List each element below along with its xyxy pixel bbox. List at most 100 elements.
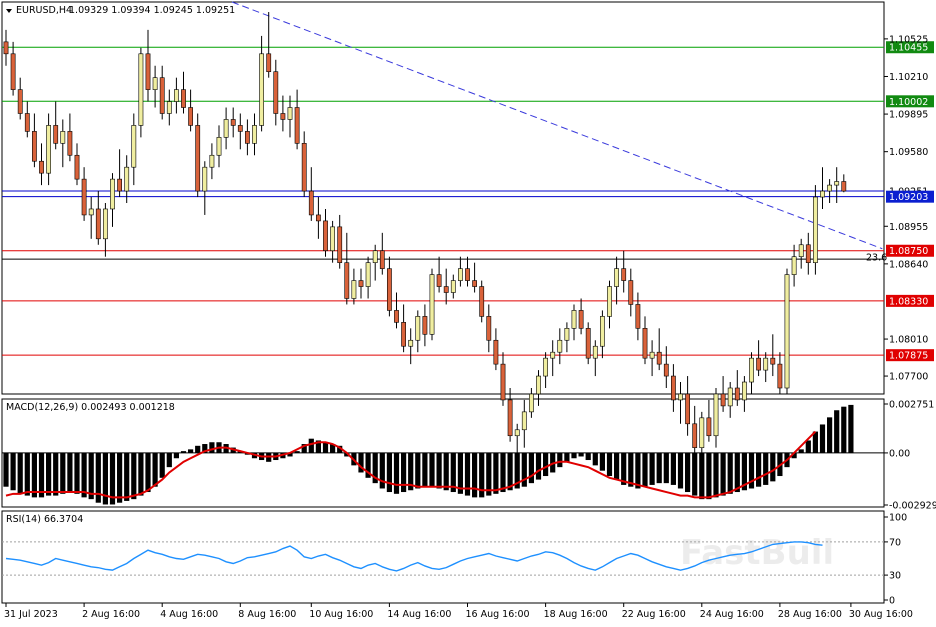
x-tick-label: 24 Aug 16:00 bbox=[700, 609, 764, 620]
candle-body bbox=[692, 423, 698, 448]
candle-body bbox=[188, 107, 193, 126]
macd-bar bbox=[763, 452, 769, 485]
candle-body bbox=[514, 429, 520, 437]
macd-tick-label: 0.00 bbox=[889, 448, 910, 459]
macd-bar bbox=[571, 452, 577, 459]
macd-bar bbox=[614, 452, 620, 480]
candle-body bbox=[39, 160, 44, 174]
rsi-tick-label: 0 bbox=[889, 596, 895, 607]
candle-body bbox=[642, 328, 648, 359]
price-tick-label: 1.10525 bbox=[889, 34, 928, 45]
ohlc-label: 1.09329 1.09394 1.09245 1.09251 bbox=[69, 5, 235, 16]
macd-label: MACD(12,26,9) 0.002493 0.001218 bbox=[6, 402, 175, 413]
candle-body bbox=[578, 310, 584, 329]
x-tick-label: 16 Aug 16:00 bbox=[466, 609, 530, 620]
macd-bar bbox=[770, 452, 776, 482]
candle-body bbox=[152, 77, 158, 90]
candle-body bbox=[259, 53, 264, 126]
candle-body bbox=[713, 393, 719, 437]
candle-body bbox=[621, 268, 627, 281]
candle-body bbox=[827, 184, 832, 192]
price-panel-frame bbox=[1, 1, 885, 395]
candle-body bbox=[273, 71, 279, 114]
candle-body bbox=[252, 125, 257, 144]
rsi-label: RSI(14) 66.3704 bbox=[6, 514, 83, 525]
x-tick-label: 31 Jul 2023 bbox=[4, 609, 58, 620]
macd-bar bbox=[166, 452, 172, 468]
macd-bar bbox=[322, 442, 329, 453]
macd-bar bbox=[713, 452, 719, 498]
macd-bar bbox=[685, 452, 691, 493]
candle-body bbox=[614, 268, 619, 287]
candle-body bbox=[585, 328, 591, 359]
dropdown-triangle-icon[interactable] bbox=[6, 9, 12, 13]
candle-body bbox=[60, 131, 66, 144]
candle-body bbox=[230, 119, 236, 126]
macd-bar bbox=[379, 452, 385, 489]
candle-body bbox=[174, 89, 179, 102]
macd-bar bbox=[436, 452, 442, 489]
candle-body bbox=[408, 339, 414, 347]
candle-body bbox=[394, 310, 399, 323]
candle-body bbox=[301, 143, 307, 192]
macd-bar bbox=[606, 452, 613, 477]
candle-body bbox=[365, 262, 371, 287]
candle-body bbox=[528, 393, 534, 413]
x-tick-label: 30 Aug 16:00 bbox=[849, 609, 913, 620]
macd-bar bbox=[24, 452, 30, 496]
macd-bar bbox=[294, 451, 300, 453]
macd-bar bbox=[663, 452, 669, 484]
candle-body bbox=[734, 387, 740, 401]
x-tick-label: 28 Aug 16:00 bbox=[778, 609, 842, 620]
macd-bar bbox=[188, 449, 194, 453]
level-label: 1.09203 bbox=[889, 192, 928, 203]
price-tick-label: 1.09580 bbox=[889, 147, 928, 158]
level-label: 1.08750 bbox=[889, 246, 928, 257]
candle-body bbox=[678, 393, 683, 401]
macd-bar bbox=[642, 452, 648, 487]
candle-body bbox=[628, 280, 634, 305]
macd-bar bbox=[677, 452, 684, 489]
macd-bar bbox=[543, 452, 549, 477]
level-label: 1.10002 bbox=[889, 97, 928, 108]
rsi-tick-label: 100 bbox=[889, 513, 907, 524]
macd-bar bbox=[564, 452, 570, 462]
macd-tick-label: -0.002929 bbox=[889, 501, 936, 512]
candle-body bbox=[181, 89, 186, 108]
macd-bar bbox=[443, 452, 449, 491]
candle-body bbox=[571, 310, 577, 329]
candle-body bbox=[670, 375, 676, 401]
candle-body bbox=[749, 357, 754, 383]
macd-bar bbox=[308, 438, 314, 453]
macd-bar bbox=[692, 452, 698, 496]
candle-body bbox=[379, 250, 385, 269]
candle-body bbox=[195, 125, 201, 192]
macd-bar bbox=[117, 452, 123, 503]
x-tick-label: 22 Aug 16:00 bbox=[622, 609, 686, 620]
macd-bar bbox=[53, 452, 59, 496]
candle-body bbox=[536, 375, 541, 395]
candle-body bbox=[337, 226, 343, 263]
x-tick-label: 8 Aug 16:00 bbox=[238, 609, 296, 620]
candle-body bbox=[727, 387, 733, 407]
macd-layer bbox=[2, 404, 884, 505]
candle-body bbox=[67, 131, 73, 156]
x-tick-label: 14 Aug 16:00 bbox=[387, 609, 451, 620]
candle-body bbox=[450, 280, 456, 293]
macd-bar bbox=[585, 452, 591, 461]
candle-body bbox=[344, 262, 350, 299]
chart-root: FastBull 23.6 1.104551.100021.092511.092… bbox=[0, 0, 936, 624]
candle-body bbox=[685, 393, 690, 425]
price-tick-label: 1.08010 bbox=[889, 335, 928, 346]
candle-body bbox=[209, 154, 215, 168]
macd-bar bbox=[429, 452, 435, 487]
candle-body bbox=[443, 286, 449, 293]
candle-body bbox=[777, 363, 783, 389]
macd-bar bbox=[805, 440, 811, 453]
candle-body bbox=[770, 357, 776, 365]
candle-body bbox=[486, 316, 492, 341]
fib-label: 23.6 bbox=[866, 253, 887, 264]
candle-body bbox=[479, 286, 485, 317]
macd-bar bbox=[798, 449, 804, 453]
candle-body bbox=[756, 357, 761, 371]
